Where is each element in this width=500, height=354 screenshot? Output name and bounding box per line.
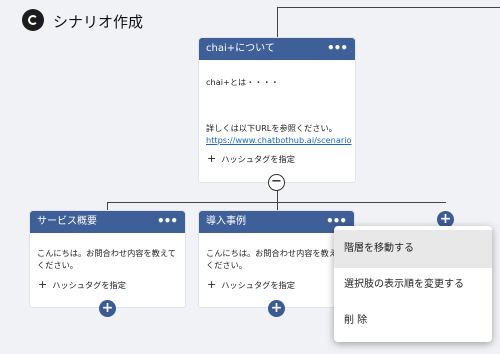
menu-item-delete[interactable]: 削 除 <box>334 302 492 340</box>
more-options-icon[interactable]: ••• <box>327 38 348 58</box>
card-title: 導入事例 <box>206 216 246 227</box>
add-child-button[interactable]: + <box>268 300 285 317</box>
connector-line <box>277 7 278 38</box>
context-menu: 階層を移動する 選択肢の表示順を変更する 削 除 <box>334 226 492 342</box>
card-body: こんにちは。お問合わせ内容を教えてください。 <box>37 248 176 270</box>
chai-logo-icon <box>22 9 44 31</box>
card-header: サービス概要 ••• <box>30 211 185 233</box>
more-options-icon[interactable]: ••• <box>157 211 178 231</box>
card-body: chai+とは・・・・ <box>206 77 279 87</box>
hashtag-button[interactable]: + ハッシュタグを指定 <box>38 278 126 291</box>
scenario-link[interactable]: https://www.chatbothub.ai/scenario <box>206 134 352 146</box>
scenario-card-service[interactable]: サービス概要 ••• こんにちは。お問合わせ内容を教えてください。 + ハッシュタ… <box>29 210 186 308</box>
card-title: サービス概要 <box>37 216 97 227</box>
menu-item-move-level[interactable]: 階層を移動する <box>334 230 492 268</box>
hashtag-label: ハッシュタグを指定 <box>52 280 126 290</box>
plus-icon: + <box>38 278 48 291</box>
hashtag-label: ハッシュタグを指定 <box>221 280 295 290</box>
plus-icon: + <box>207 152 217 165</box>
plus-icon: + <box>207 278 217 291</box>
connector-line <box>277 7 500 8</box>
card-header: chai+について ••• <box>199 38 355 60</box>
hashtag-button[interactable]: + ハッシュタグを指定 <box>207 152 295 165</box>
collapse-button[interactable]: − <box>268 174 285 191</box>
hashtag-label: ハッシュタグを指定 <box>221 154 295 164</box>
page-title: シナリオ作成 <box>53 13 144 31</box>
card-header: 導入事例 ••• <box>199 211 354 233</box>
add-child-button[interactable]: + <box>99 300 116 317</box>
card-title: chai+について <box>206 43 275 54</box>
card-body: こんにちは。お問合わせ内容を教えてください。 <box>206 248 345 270</box>
scenario-card-case[interactable]: 導入事例 ••• こんにちは。お問合わせ内容を教えてください。 + ハッシュタグを… <box>198 210 355 308</box>
menu-item-change-order[interactable]: 選択肢の表示順を変更する <box>334 266 492 304</box>
hashtag-button[interactable]: + ハッシュタグを指定 <box>207 278 295 291</box>
card-detail: 詳しくは以下URLを参照ください。 <box>206 123 337 133</box>
scenario-card-root[interactable]: chai+について ••• chai+とは・・・・ 詳しくは以下URLを参照くだ… <box>198 37 356 183</box>
app-header: シナリオ作成 <box>0 0 500 40</box>
